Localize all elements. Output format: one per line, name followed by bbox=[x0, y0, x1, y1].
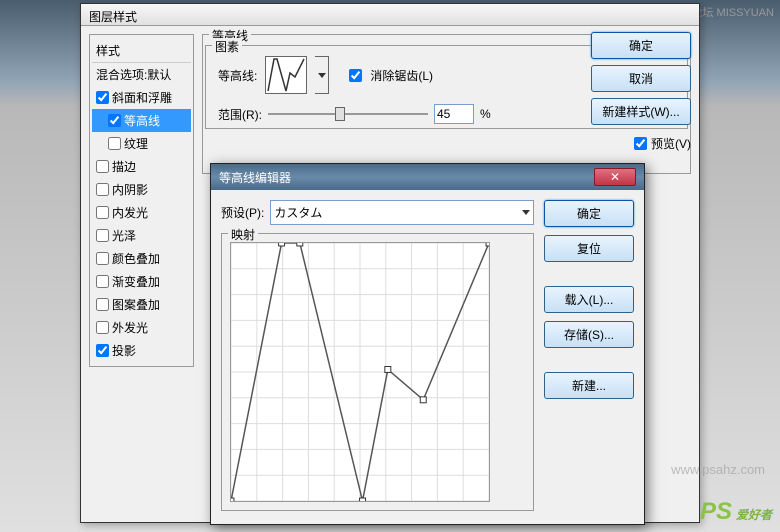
editor-reset-button[interactable]: 复位 bbox=[544, 235, 634, 262]
style-checkbox[interactable] bbox=[96, 160, 109, 173]
map-label: 映射 bbox=[228, 226, 258, 243]
style-item-9[interactable]: 图案叠加 bbox=[92, 293, 191, 316]
style-checkbox[interactable] bbox=[96, 344, 109, 357]
preset-value: カスタム bbox=[274, 204, 322, 221]
style-checkbox[interactable] bbox=[96, 206, 109, 219]
contour-label: 等高线: bbox=[218, 67, 257, 84]
preset-select[interactable]: カスタム bbox=[270, 200, 534, 225]
style-label: 描边 bbox=[112, 158, 136, 175]
editor-title: 等高线编辑器 bbox=[219, 169, 291, 186]
watermark-url: www.psahz.com bbox=[671, 462, 765, 477]
style-item-0[interactable]: 斜面和浮雕 bbox=[92, 86, 191, 109]
style-checkbox[interactable] bbox=[96, 275, 109, 288]
blend-options-item[interactable]: 混合选项:默认 bbox=[92, 63, 191, 86]
close-icon: ✕ bbox=[610, 170, 620, 184]
range-unit: % bbox=[480, 107, 491, 121]
main-title: 图层样式 bbox=[89, 10, 137, 24]
range-slider[interactable] bbox=[268, 105, 428, 123]
watermark-logo: PS爱好者 bbox=[700, 498, 772, 526]
style-label: 光泽 bbox=[112, 227, 136, 244]
style-label: 内阴影 bbox=[112, 181, 148, 198]
slider-thumb[interactable] bbox=[335, 107, 345, 121]
style-checkbox[interactable] bbox=[96, 321, 109, 334]
style-label: 纹理 bbox=[124, 135, 148, 152]
antialias-checkbox[interactable] bbox=[349, 69, 362, 82]
new-style-button[interactable]: 新建样式(W)... bbox=[591, 98, 691, 125]
style-item-3[interactable]: 描边 bbox=[92, 155, 191, 178]
editor-titlebar[interactable]: 等高线编辑器 ✕ bbox=[211, 164, 644, 190]
contour-dropdown[interactable] bbox=[315, 56, 329, 94]
range-label: 范围(R): bbox=[218, 106, 262, 123]
style-checkbox[interactable] bbox=[96, 183, 109, 196]
style-checkbox[interactable] bbox=[96, 91, 109, 104]
style-checkbox[interactable] bbox=[96, 229, 109, 242]
contour-editor-dialog: 等高线编辑器 ✕ 预设(P): カスタム 映射 确定 复位 bbox=[210, 163, 645, 525]
style-label: 内发光 bbox=[112, 204, 148, 221]
style-label: 斜面和浮雕 bbox=[112, 89, 172, 106]
group-title: 图素 bbox=[212, 38, 242, 55]
style-item-8[interactable]: 渐变叠加 bbox=[92, 270, 191, 293]
chevron-down-icon bbox=[522, 210, 530, 215]
close-button[interactable]: ✕ bbox=[594, 168, 636, 186]
styles-header[interactable]: 样式 bbox=[92, 39, 191, 63]
style-checkbox[interactable] bbox=[96, 252, 109, 265]
preview-checkbox[interactable] bbox=[634, 137, 647, 150]
style-item-4[interactable]: 内阴影 bbox=[92, 178, 191, 201]
style-checkbox[interactable] bbox=[108, 137, 121, 150]
style-item-2[interactable]: 纹理 bbox=[92, 132, 191, 155]
ok-button[interactable]: 确定 bbox=[591, 32, 691, 59]
preview-label: 预览(V) bbox=[651, 135, 691, 152]
style-label: 投影 bbox=[112, 342, 136, 359]
style-item-5[interactable]: 内发光 bbox=[92, 201, 191, 224]
preset-label: 预设(P): bbox=[221, 204, 264, 221]
range-input[interactable] bbox=[434, 104, 474, 124]
curve-editor[interactable] bbox=[230, 242, 490, 502]
style-label: 等高线 bbox=[124, 112, 160, 129]
editor-load-button[interactable]: 载入(L)... bbox=[544, 286, 634, 313]
style-item-7[interactable]: 颜色叠加 bbox=[92, 247, 191, 270]
style-checkbox[interactable] bbox=[96, 298, 109, 311]
cancel-button[interactable]: 取消 bbox=[591, 65, 691, 92]
style-label: 颜色叠加 bbox=[112, 250, 160, 267]
style-label: 渐变叠加 bbox=[112, 273, 160, 290]
style-item-10[interactable]: 外发光 bbox=[92, 316, 191, 339]
styles-list: 样式 混合选项:默认 斜面和浮雕等高线纹理描边内阴影内发光光泽颜色叠加渐变叠加图… bbox=[89, 34, 194, 367]
style-item-6[interactable]: 光泽 bbox=[92, 224, 191, 247]
mapping-group: 映射 bbox=[221, 233, 534, 511]
editor-save-button[interactable]: 存储(S)... bbox=[544, 321, 634, 348]
style-label: 图案叠加 bbox=[112, 296, 160, 313]
style-checkbox[interactable] bbox=[108, 114, 121, 127]
antialias-label: 消除锯齿(L) bbox=[370, 67, 433, 84]
main-titlebar[interactable]: 图层样式 bbox=[81, 4, 699, 26]
contour-picker[interactable] bbox=[265, 56, 307, 94]
editor-new-button[interactable]: 新建... bbox=[544, 372, 634, 399]
style-item-11[interactable]: 投影 bbox=[92, 339, 191, 362]
chevron-down-icon bbox=[318, 73, 326, 78]
editor-ok-button[interactable]: 确定 bbox=[544, 200, 634, 227]
style-label: 外发光 bbox=[112, 319, 148, 336]
style-item-1[interactable]: 等高线 bbox=[92, 109, 191, 132]
